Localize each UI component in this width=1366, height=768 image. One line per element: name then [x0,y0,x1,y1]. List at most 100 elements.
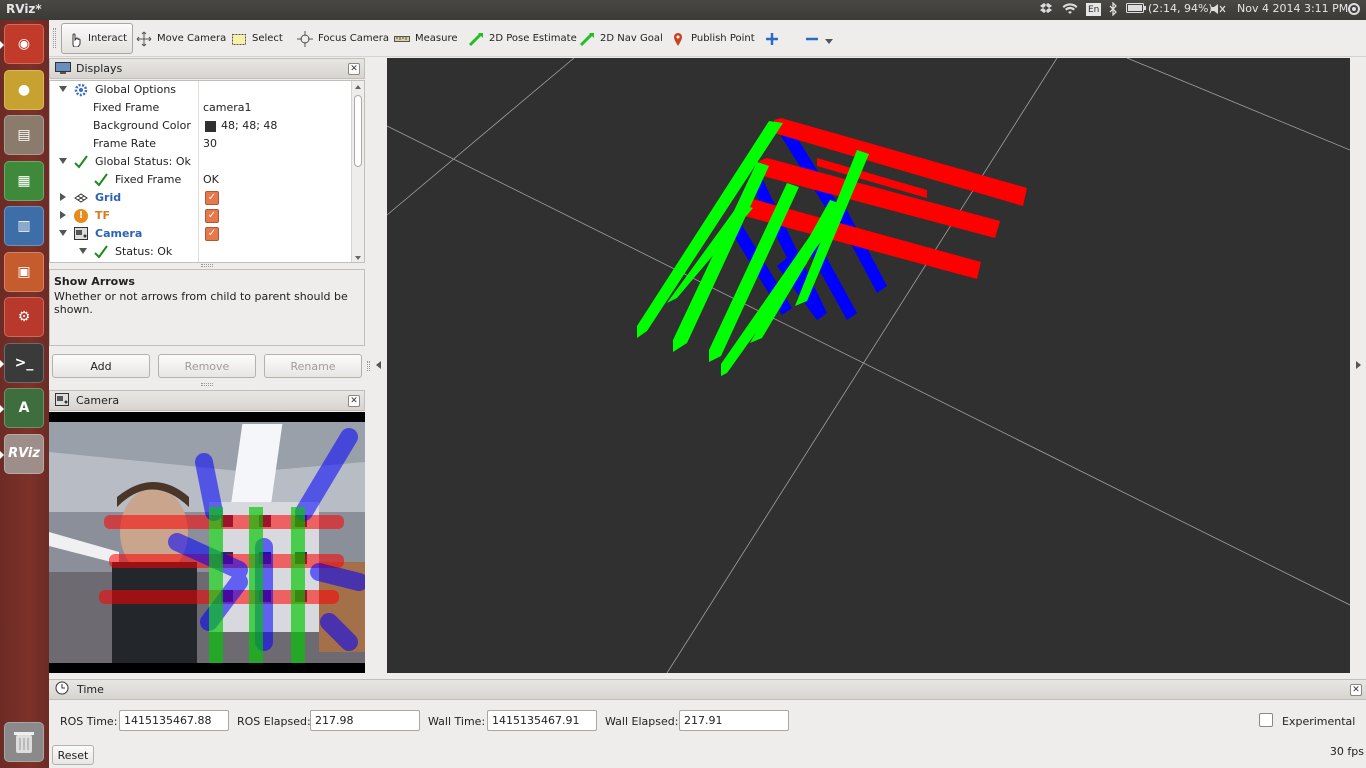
tree-row-camera[interactable]: Camera ✓ [50,225,350,243]
time-panel-header: Time ✕ [49,679,1366,700]
camera-enable-checkbox[interactable]: ✓ [205,227,219,241]
updater-icon[interactable]: A [0,388,44,428]
writer-icon[interactable]: ▥ [4,206,44,246]
wifi-icon[interactable] [1062,2,1078,16]
property-description: Show Arrows Whether or not arrows from c… [49,269,365,346]
chrome-icon[interactable]: ● [4,69,44,110]
ruler-icon [394,31,410,47]
wall-time-label: Wall Time: [428,715,486,728]
ros-elapsed-label: ROS Elapsed: [237,715,311,728]
tree-scrollbar[interactable] [351,81,364,262]
interact-tool-button[interactable]: Interact [61,23,134,54]
measure-tool-button[interactable]: Measure [389,23,463,54]
render-scene [387,58,1350,673]
expand-arrow-icon[interactable] [60,193,66,201]
rviz-icon[interactable]: RViz [0,433,44,474]
select-tool-button[interactable]: Select [226,23,288,54]
clock[interactable]: Nov 4 2014 3:11 PM [1237,2,1348,15]
tf-enable-checkbox[interactable]: ✓ [205,209,219,223]
add-display-button[interactable]: Add [52,354,150,378]
expand-arrow-icon[interactable] [79,248,87,254]
tree-row-frame-rate[interactable]: Frame Rate 30 [50,135,350,153]
expand-arrow-icon[interactable] [59,86,67,92]
nav-goal-button[interactable]: 2D Nav Goal [574,23,668,54]
frame-rate-value[interactable]: 30 [203,137,217,150]
measure-label: Measure [415,33,458,44]
splitter-handle[interactable] [201,383,213,386]
move-camera-button[interactable]: Move Camera [131,23,231,54]
expand-arrow-icon[interactable] [59,230,67,236]
close-camera-button[interactable]: ✕ [348,395,360,407]
scroll-down-arrow[interactable] [355,256,361,260]
tree-row-grid[interactable]: Grid ✓ [50,189,350,207]
launcher: ◉ ● ▤ ▦ ▥ ▣ ⚙ >_ A RViz [0,20,49,768]
power-gear-icon[interactable] [1347,2,1361,16]
remove-tool-button[interactable] [799,23,838,54]
render-3d-viewport[interactable] [387,58,1350,673]
running-indicator [0,405,4,413]
tree-row-global-options[interactable]: Global Options [50,81,350,99]
collapse-right-arrow[interactable] [1356,361,1361,369]
rename-display-button[interactable]: Rename [264,354,362,378]
toolbar-handle[interactable] [53,28,56,48]
dash-icon[interactable]: ◉ [0,24,44,64]
tree-column-divider[interactable] [198,81,199,262]
tf-frames-3d [637,118,1027,376]
close-displays-button[interactable]: ✕ [348,63,360,75]
expand-arrow-icon[interactable] [60,211,66,219]
pose-estimate-button[interactable]: 2D Pose Estimate [463,23,582,54]
settings-icon[interactable]: ⚙ [4,297,44,337]
grid-icon [74,192,88,207]
tree-row-camera-status[interactable]: Status: Ok [50,243,350,261]
status-bar: Reset 30 fps [49,742,1366,768]
splitter-handle[interactable] [367,361,370,371]
terminal-icon[interactable]: >_ [0,342,44,383]
ros-time-field[interactable]: 1415135467.88 [119,710,229,731]
reset-button[interactable]: Reset [52,745,94,765]
battery-icon[interactable] [1126,2,1146,14]
interact-label: Interact [88,33,128,44]
trash-icon[interactable] [4,722,44,762]
collapse-left-arrow[interactable] [376,361,381,369]
publish-point-label: Publish Point [691,33,755,44]
remove-display-button[interactable]: Remove [158,354,256,378]
publish-point-button[interactable]: Publish Point [665,23,760,54]
experimental-checkbox[interactable] [1259,713,1273,727]
select-label: Select [252,33,283,44]
focus-camera-button[interactable]: Focus Camera [292,23,394,54]
grid-enable-checkbox[interactable]: ✓ [205,191,219,205]
calc-icon[interactable]: ▦ [4,160,44,201]
tree-row-status-fixed-frame[interactable]: Fixed Frame OK [50,171,350,189]
focus-camera-label: Focus Camera [318,33,389,44]
move-arrows-icon [136,31,152,47]
bluetooth-icon[interactable] [1108,2,1118,16]
files-icon[interactable]: ▤ [4,115,44,155]
volume-muted-icon[interactable] [1210,2,1226,16]
camera-image-view[interactable] [49,412,365,673]
scroll-up-arrow[interactable] [355,85,361,89]
wall-elapsed-field[interactable]: 217.91 [679,710,789,731]
background-color-key: Background Color [93,119,191,132]
expand-arrow-icon[interactable] [59,158,67,164]
scrollbar-thumb[interactable] [354,95,362,167]
tree-row-background-color[interactable]: Background Color 48; 48; 48 [50,117,350,135]
tree-row-global-status[interactable]: Global Status: Ok [50,153,350,171]
impress-icon[interactable]: ▣ [4,251,44,292]
fixed-frame-value[interactable]: camera1 [203,101,252,114]
ros-elapsed-field[interactable]: 217.98 [310,710,420,731]
keyboard-layout[interactable]: En [1086,3,1102,16]
tree-row-tf[interactable]: ! TF ✓ [50,207,350,225]
wall-time-field[interactable]: 1415135467.91 [487,710,597,731]
add-tool-button[interactable] [759,23,785,54]
tf-label: TF [95,209,111,222]
displays-title: Displays [76,62,123,75]
dropbox-icon[interactable] [1038,2,1054,16]
warning-icon: ! [74,209,88,223]
camera-label: Camera [95,227,143,240]
close-time-button[interactable]: ✕ [1350,684,1362,696]
color-swatch[interactable] [205,121,216,132]
tree-row-fixed-frame[interactable]: Fixed Frame camera1 [50,99,350,117]
splitter-handle[interactable] [201,264,213,267]
top-menu-bar: RViz* En (2:14, 94%) Nov 4 2014 3:11 PM [0,0,1366,20]
background-color-value[interactable]: 48; 48; 48 [221,119,277,132]
